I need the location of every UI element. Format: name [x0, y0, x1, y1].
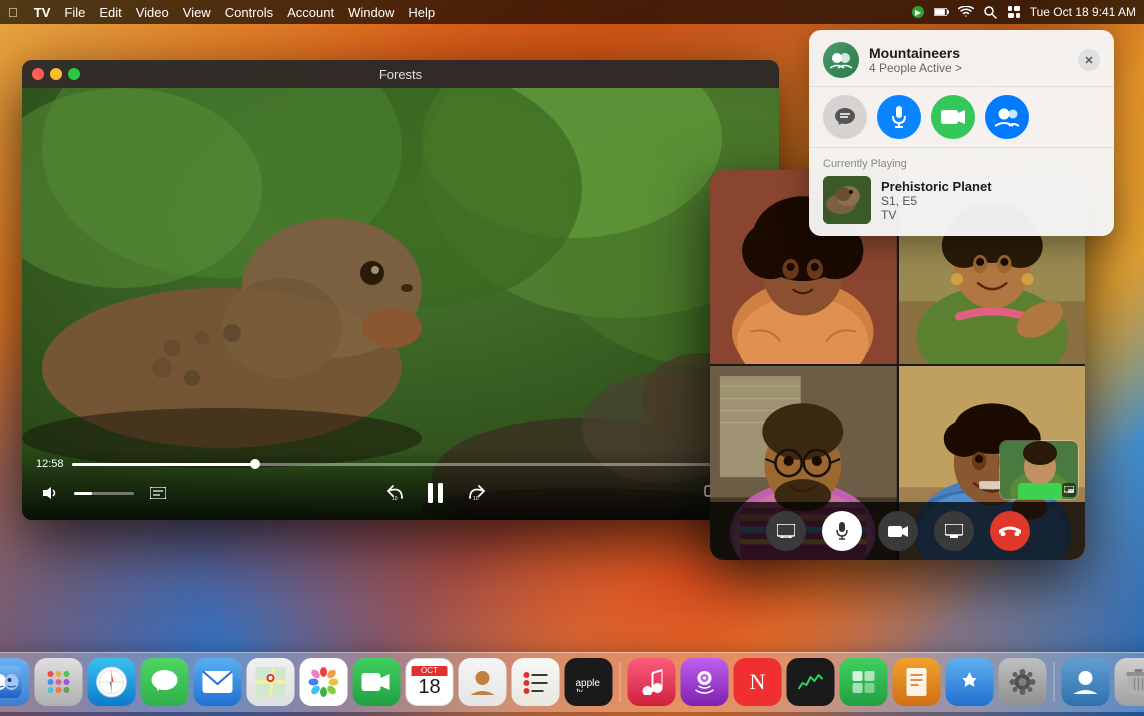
svg-text:10: 10	[392, 496, 398, 502]
dock: OCT 18 apple tv	[0, 652, 1144, 712]
dock-icon-pages[interactable]	[893, 658, 941, 706]
show-sub2: TV	[881, 208, 1100, 222]
forward-10-button[interactable]: 10	[463, 479, 491, 507]
dock-icon-podcasts[interactable]	[681, 658, 729, 706]
svg-text:N: N	[750, 669, 766, 694]
dock-icon-messages[interactable]	[141, 658, 189, 706]
shareplay-header: Mountaineers 4 People Active > ✕	[809, 30, 1114, 87]
facetime-controls-bar	[710, 502, 1085, 560]
shareplay-group-icon	[823, 42, 859, 78]
dock-icon-facetime[interactable]	[353, 658, 401, 706]
menu-help[interactable]: Help	[408, 5, 435, 20]
shareplay-people-button[interactable]	[985, 95, 1029, 139]
now-playing-label: Currently Playing	[823, 158, 1100, 170]
maximize-button[interactable]: +	[68, 68, 80, 80]
show-sub1: S1, E5	[881, 194, 1100, 208]
facetime-more-button[interactable]	[934, 511, 974, 551]
menubar-clock: Tue Oct 18 9:41 AM	[1030, 5, 1136, 19]
rewind-10-button[interactable]: 10	[381, 479, 409, 507]
shareplay-menubar-icon[interactable]: ▶	[910, 4, 926, 20]
dock-icon-numbers[interactable]	[840, 658, 888, 706]
search-icon[interactable]	[982, 4, 998, 20]
shareplay-group-sub: 4 People Active >	[869, 61, 1078, 75]
menu-view[interactable]: View	[183, 5, 211, 20]
desktop:  TV File Edit Video View Controls Accou…	[0, 0, 1144, 716]
dock-divider	[620, 662, 621, 702]
dock-icon-appstore[interactable]	[946, 658, 994, 706]
shareplay-message-button[interactable]	[823, 95, 867, 139]
menubar:  TV File Edit Video View Controls Accou…	[0, 0, 1144, 24]
dock-icon-user[interactable]	[1062, 658, 1110, 706]
dock-icon-trash[interactable]	[1115, 658, 1144, 706]
tv-window: ✕ − + Forests	[22, 60, 779, 520]
menu-window[interactable]: Window	[348, 5, 394, 20]
facetime-camera-button[interactable]	[878, 511, 918, 551]
menu-account[interactable]: Account	[287, 5, 334, 20]
dock-icon-contacts[interactable]	[459, 658, 507, 706]
dock-icon-stocks[interactable]	[787, 658, 835, 706]
facetime-end-call-button[interactable]	[990, 511, 1030, 551]
control-center-icon[interactable]	[1006, 4, 1022, 20]
volume-icon[interactable]	[36, 479, 64, 507]
dock-icon-reminders[interactable]	[512, 658, 560, 706]
dock-icon-mail[interactable]	[194, 658, 242, 706]
show-thumbnail	[823, 176, 871, 224]
minimize-button[interactable]: −	[50, 68, 62, 80]
dock-icon-news[interactable]: N	[734, 658, 782, 706]
svg-text:tv: tv	[577, 687, 583, 692]
dock-icon-finder[interactable]	[0, 658, 30, 706]
progress-thumb	[250, 459, 260, 469]
shareplay-now-playing: Currently Playing Prehistoric Planet S1,…	[809, 148, 1114, 236]
apple-menu[interactable]: 	[8, 5, 18, 20]
tv-titlebar: ✕ − + Forests	[22, 60, 779, 88]
menu-app-name[interactable]: TV	[34, 5, 51, 20]
shareplay-camera-button[interactable]	[931, 95, 975, 139]
tv-video-content[interactable]: 12:58 -33:73	[22, 88, 779, 520]
menu-video[interactable]: Video	[136, 5, 169, 20]
current-time: 12:58	[36, 458, 64, 470]
facetime-screen-share-button[interactable]	[766, 511, 806, 551]
captions-icon[interactable]	[144, 479, 172, 507]
volume-slider[interactable]	[74, 492, 134, 495]
shareplay-mic-button[interactable]	[877, 95, 921, 139]
tv-window-title: Forests	[379, 67, 422, 82]
play-pause-button[interactable]	[419, 476, 453, 510]
close-button[interactable]: ✕	[32, 68, 44, 80]
show-title: Prehistoric Planet	[881, 179, 1100, 194]
show-info: Prehistoric Planet S1, E5 TV	[881, 179, 1100, 222]
dock-divider-2	[1054, 662, 1055, 702]
shareplay-popup: Mountaineers 4 People Active > ✕	[809, 30, 1114, 236]
dock-icon-launchpad[interactable]	[35, 658, 83, 706]
shareplay-actions	[809, 87, 1114, 148]
wifi-icon	[958, 4, 974, 20]
dock-icon-photos[interactable]	[300, 658, 348, 706]
shareplay-group-name: Mountaineers	[869, 45, 1078, 61]
battery-icon	[934, 4, 950, 20]
video-controls: 12:58 -33:73	[22, 450, 779, 520]
facetime-mic-button[interactable]	[822, 511, 862, 551]
self-view-thumbnail	[999, 440, 1079, 500]
dock-icon-music[interactable]	[628, 658, 676, 706]
dock-icon-appletv[interactable]: apple tv	[565, 658, 613, 706]
shareplay-close-button[interactable]: ✕	[1078, 49, 1100, 71]
dock-icon-maps[interactable]	[247, 658, 295, 706]
menu-edit[interactable]: Edit	[99, 5, 121, 20]
self-view-expand-icon[interactable]	[1062, 483, 1076, 497]
svg-text:▶: ▶	[915, 8, 922, 17]
dock-icon-system-preferences[interactable]	[999, 658, 1047, 706]
svg-text:10: 10	[473, 496, 479, 502]
window-controls: ✕ − +	[32, 68, 80, 80]
dock-icon-safari[interactable]	[88, 658, 136, 706]
dock-icon-calendar[interactable]: OCT 18	[406, 658, 454, 706]
progress-bar[interactable]	[72, 463, 726, 466]
menu-file[interactable]: File	[64, 5, 85, 20]
shareplay-group-info: Mountaineers 4 People Active >	[869, 45, 1078, 75]
menu-controls[interactable]: Controls	[225, 5, 273, 20]
